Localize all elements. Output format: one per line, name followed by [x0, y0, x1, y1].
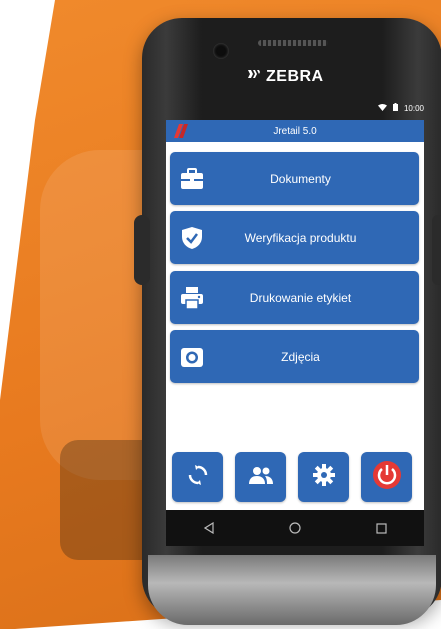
system-navigation-bar: [166, 510, 424, 546]
briefcase-icon: [180, 167, 204, 191]
product-verification-label: Weryfikacja produktu: [244, 230, 357, 245]
product-verification-button[interactable]: Weryfikacja produktu: [170, 211, 419, 264]
front-camera: [213, 43, 229, 59]
status-time: 10:00: [403, 103, 424, 113]
recents-icon[interactable]: [374, 521, 388, 535]
device-brand: ZEBRA: [246, 66, 346, 88]
earpiece-speaker: [258, 40, 328, 46]
app-header: Jretail 5.0: [166, 120, 424, 142]
sync-icon: [187, 464, 209, 491]
users-button[interactable]: [235, 452, 286, 502]
sync-button[interactable]: [172, 452, 223, 502]
settings-button[interactable]: [298, 452, 349, 502]
battery-icon: [392, 103, 398, 113]
power-icon: [372, 460, 402, 495]
phone-bottom-bumper: [148, 555, 436, 625]
home-icon[interactable]: [288, 521, 302, 535]
label-printing-button[interactable]: Drukowanie etykiet: [170, 271, 419, 324]
app-title: Jretail 5.0: [273, 125, 317, 137]
back-icon[interactable]: [202, 521, 216, 535]
camera-icon: [180, 345, 204, 369]
zebra-logo-icon: [246, 68, 262, 87]
label-printing-label: Drukowanie etykiet: [249, 290, 352, 305]
documents-label: Dokumenty: [270, 171, 331, 186]
brand-name: ZEBRA: [266, 68, 324, 85]
photos-button[interactable]: Zdjęcia: [170, 330, 419, 383]
shield-check-icon: [180, 226, 204, 250]
wifi-icon: [377, 103, 387, 113]
printer-icon: [180, 286, 204, 310]
documents-button[interactable]: Dokumenty: [170, 152, 419, 205]
side-button-left: [134, 215, 150, 285]
side-button-right: [432, 215, 441, 285]
status-bar: 10:00: [166, 101, 424, 115]
photos-label: Zdjęcia: [281, 349, 320, 364]
users-icon: [248, 465, 274, 490]
app-screen: Jretail 5.0 Dokumenty Weryfikacja produk…: [166, 120, 424, 510]
app-logo-icon: [171, 124, 189, 138]
power-button[interactable]: [361, 452, 412, 502]
settings-icon: [312, 463, 335, 491]
